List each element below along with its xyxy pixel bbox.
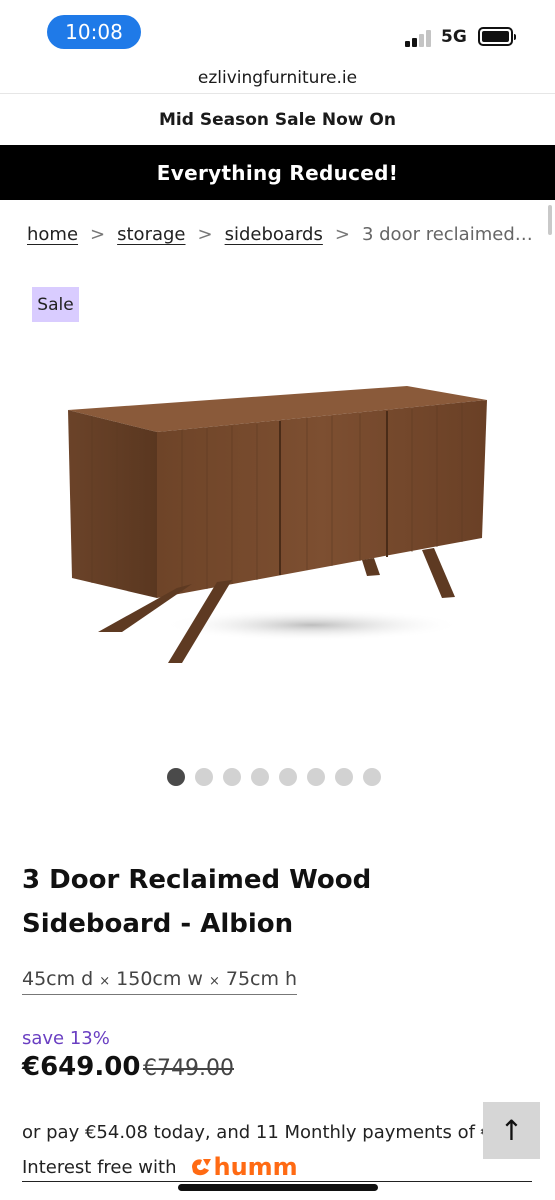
battery-icon (478, 27, 516, 46)
breadcrumb-separator: > (334, 224, 350, 245)
breadcrumb-storage[interactable]: storage (117, 224, 185, 245)
breadcrumb-separator: > (197, 224, 213, 245)
home-indicator[interactable] (178, 1184, 378, 1191)
breadcrumb-sideboards[interactable]: sideboards (225, 224, 323, 245)
carousel-dot[interactable] (195, 768, 213, 786)
dimension-depth: 45cm d (22, 968, 94, 990)
carousel-dot[interactable] (223, 768, 241, 786)
back-to-top-button[interactable]: ↑ (483, 1102, 540, 1159)
network-type: 5G (441, 27, 467, 47)
dimension-width: 150cm w (116, 968, 203, 990)
arrow-up-icon: ↑ (499, 1114, 524, 1147)
carousel-dot[interactable] (307, 768, 325, 786)
product-dimensions[interactable]: 45cm d × 150cm w × 75cm h (22, 968, 298, 995)
divider (22, 1181, 532, 1182)
carousel-dot[interactable] (279, 768, 297, 786)
carousel-dot[interactable] (363, 768, 381, 786)
breadcrumb-separator: > (90, 224, 106, 245)
product-title: 3 Door Reclaimed Wood Sideboard - Albion (22, 865, 372, 939)
save-percentage: save 13% (22, 1028, 110, 1049)
promo-banner[interactable]: Everything Reduced! (0, 145, 555, 200)
breadcrumb: home > storage > sideboards > 3 door rec… (27, 224, 537, 245)
sideboard-photo (68, 386, 487, 663)
humm-logo[interactable]: humm (189, 1153, 298, 1181)
dimension-separator: × (99, 974, 111, 989)
browser-url: ezlivingfurniture.ie (197, 67, 358, 88)
sale-badge: Sale (32, 287, 79, 322)
carousel-dot[interactable] (167, 768, 185, 786)
product-image[interactable] (62, 370, 502, 680)
carousel-dot[interactable] (335, 768, 353, 786)
dimension-height: 75cm h (225, 968, 298, 990)
original-price: €749.00 (143, 1056, 234, 1081)
humm-logo-mark-icon (191, 1159, 211, 1176)
current-price: €649.00 (22, 1052, 141, 1082)
signal-strength-icon (405, 29, 433, 47)
interest-free-line: Interest free with humm (22, 1153, 298, 1181)
instalment-text: or pay €54.08 today, and 11 Monthly paym… (22, 1122, 487, 1143)
status-bar: 10:08 5G (0, 0, 555, 62)
carousel-dots (167, 768, 381, 788)
carousel-dot[interactable] (251, 768, 269, 786)
scrollbar[interactable] (548, 205, 552, 235)
dimension-separator: × (208, 974, 220, 989)
interest-free-label: Interest free with (22, 1156, 177, 1178)
promo-line[interactable]: Mid Season Sale Now On (0, 96, 555, 144)
breadcrumb-current: 3 door reclaimed … (361, 224, 537, 245)
breadcrumb-home[interactable]: home (27, 224, 78, 245)
humm-logo-text: humm (213, 1153, 298, 1181)
status-time[interactable]: 10:08 (47, 15, 141, 49)
browser-url-bar[interactable]: ezlivingfurniture.ie (0, 62, 555, 94)
